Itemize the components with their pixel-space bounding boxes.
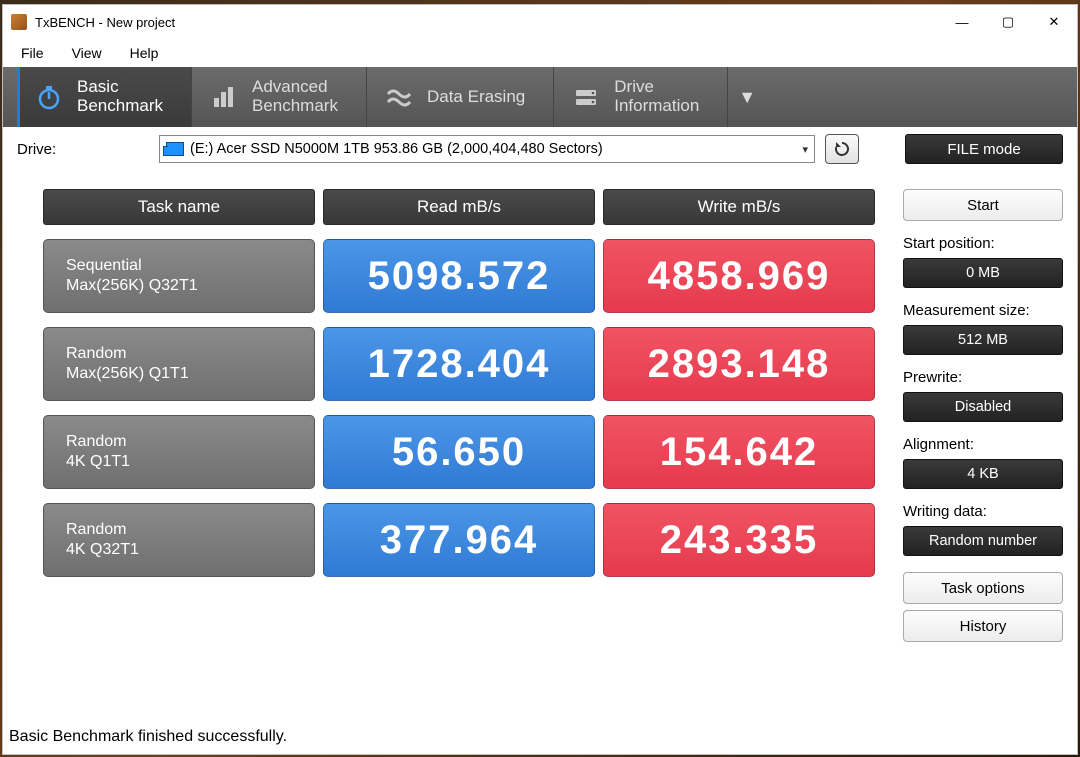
window-title: TxBENCH - New project	[35, 15, 175, 30]
header-task: Task name	[43, 189, 315, 225]
tab-label: DriveInformation	[614, 78, 699, 115]
measurement-size-button[interactable]: 512 MB	[903, 325, 1063, 355]
drive-label: Drive:	[17, 141, 147, 158]
menu-file[interactable]: File	[7, 41, 58, 65]
wave-icon	[385, 83, 413, 111]
table-row: RandomMax(256K) Q1T1 1728.404 2893.148	[43, 327, 883, 401]
chevron-down-icon: ▾	[802, 143, 808, 156]
file-mode-button[interactable]: FILE mode	[905, 134, 1063, 164]
ssd-icon	[166, 142, 184, 156]
start-position-label: Start position:	[903, 235, 1063, 252]
write-value: 243.335	[603, 503, 875, 577]
tab-basic-benchmark[interactable]: BasicBenchmark	[17, 67, 191, 127]
measurement-size-label: Measurement size:	[903, 302, 1063, 319]
titlebar: TxBENCH - New project ― ▢ ✕	[3, 5, 1077, 39]
tab-advanced-benchmark[interactable]: AdvancedBenchmark	[191, 67, 366, 127]
app-icon	[11, 14, 27, 30]
tab-label: BasicBenchmark	[77, 78, 163, 115]
menu-help[interactable]: Help	[116, 41, 173, 65]
table-row: SequentialMax(256K) Q32T1 5098.572 4858.…	[43, 239, 883, 313]
menu-bar: File View Help	[3, 39, 1077, 67]
table-row: Random4K Q32T1 377.964 243.335	[43, 503, 883, 577]
tab-data-erasing[interactable]: Data Erasing	[366, 67, 553, 127]
read-value: 56.650	[323, 415, 595, 489]
close-button[interactable]: ✕	[1031, 5, 1077, 39]
alignment-button[interactable]: 4 KB	[903, 459, 1063, 489]
history-button[interactable]: History	[903, 610, 1063, 642]
refresh-button[interactable]	[825, 134, 859, 164]
alignment-label: Alignment:	[903, 436, 1063, 453]
read-value: 377.964	[323, 503, 595, 577]
task-name-cell[interactable]: Random4K Q32T1	[43, 503, 315, 577]
tab-label: Data Erasing	[427, 88, 525, 107]
tab-label: AdvancedBenchmark	[252, 78, 338, 115]
write-value: 4858.969	[603, 239, 875, 313]
read-value: 5098.572	[323, 239, 595, 313]
task-name-cell[interactable]: Random4K Q1T1	[43, 415, 315, 489]
stopwatch-icon	[35, 83, 63, 111]
writing-data-button[interactable]: Random number	[903, 526, 1063, 556]
tab-overflow-button[interactable]: ▼	[727, 67, 766, 127]
tab-drive-information[interactable]: DriveInformation	[553, 67, 727, 127]
refresh-icon	[833, 140, 851, 158]
side-panel: Start Start position: 0 MB Measurement s…	[903, 189, 1063, 642]
benchmark-table: Task name Read mB/s Write mB/s Sequentia…	[43, 189, 883, 577]
header-read: Read mB/s	[323, 189, 595, 225]
write-value: 2893.148	[603, 327, 875, 401]
task-name-cell[interactable]: SequentialMax(256K) Q32T1	[43, 239, 315, 313]
minimize-button[interactable]: ―	[939, 5, 985, 39]
bars-icon	[210, 83, 238, 111]
start-position-button[interactable]: 0 MB	[903, 258, 1063, 288]
read-value: 1728.404	[323, 327, 595, 401]
maximize-button[interactable]: ▢	[985, 5, 1031, 39]
task-name-cell[interactable]: RandomMax(256K) Q1T1	[43, 327, 315, 401]
drive-selected-text: (E:) Acer SSD N5000M 1TB 953.86 GB (2,00…	[190, 141, 603, 157]
prewrite-button[interactable]: Disabled	[903, 392, 1063, 422]
menu-view[interactable]: View	[58, 41, 116, 65]
write-value: 154.642	[603, 415, 875, 489]
prewrite-label: Prewrite:	[903, 369, 1063, 386]
drive-row: Drive: (E:) Acer SSD N5000M 1TB 953.86 G…	[3, 127, 1077, 171]
task-options-button[interactable]: Task options	[903, 572, 1063, 604]
drive-icon	[572, 83, 600, 111]
status-bar: Basic Benchmark finished successfully.	[3, 726, 1077, 754]
writing-data-label: Writing data:	[903, 503, 1063, 520]
drive-select[interactable]: (E:) Acer SSD N5000M 1TB 953.86 GB (2,00…	[159, 135, 815, 163]
header-write: Write mB/s	[603, 189, 875, 225]
tab-bar: BasicBenchmark AdvancedBenchmark Data Er…	[3, 67, 1077, 127]
start-button[interactable]: Start	[903, 189, 1063, 221]
table-row: Random4K Q1T1 56.650 154.642	[43, 415, 883, 489]
